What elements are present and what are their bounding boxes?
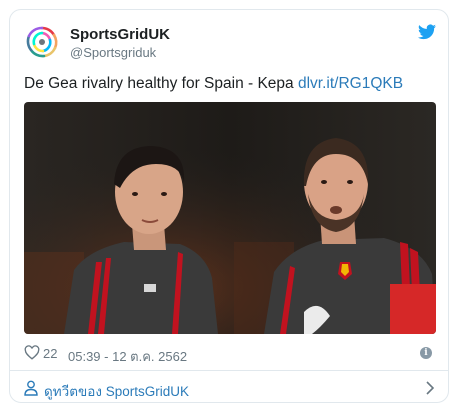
tweet-meta: 22 05:39 - 12 ต.ค. 2562 i <box>24 344 436 364</box>
info-icon[interactable]: i <box>420 347 432 359</box>
tweet-photo[interactable] <box>24 102 436 334</box>
tweet-body: De Gea rivalry healthy for Spain - Kepa <box>24 75 298 92</box>
view-profile-link[interactable]: ดูทวีตของ SportsGridUK <box>10 370 448 402</box>
author-handle[interactable]: @Sportsgriduk <box>70 45 156 60</box>
chevron-right-icon <box>426 381 435 395</box>
tweet-text: De Gea rivalry healthy for Spain - Kepa … <box>24 74 438 94</box>
twitter-bird-icon[interactable] <box>418 24 436 40</box>
view-profile-label: ดูทวีตของ SportsGridUK <box>44 384 189 399</box>
person-icon <box>24 380 38 396</box>
tweet-header: SportsGridUK @Sportsgriduk <box>24 24 436 64</box>
tweet-link[interactable]: dlvr.it/RG1QKB <box>298 75 403 92</box>
like-count[interactable]: 22 <box>43 346 57 361</box>
tweet-timestamp[interactable]: 05:39 - 12 ต.ค. 2562 <box>68 346 187 367</box>
tweet-card: SportsGridUK @Sportsgriduk De Gea rivalr… <box>9 9 449 403</box>
author-name[interactable]: SportsGridUK <box>70 26 170 43</box>
heart-icon[interactable] <box>24 345 40 360</box>
author-avatar[interactable] <box>24 24 60 60</box>
